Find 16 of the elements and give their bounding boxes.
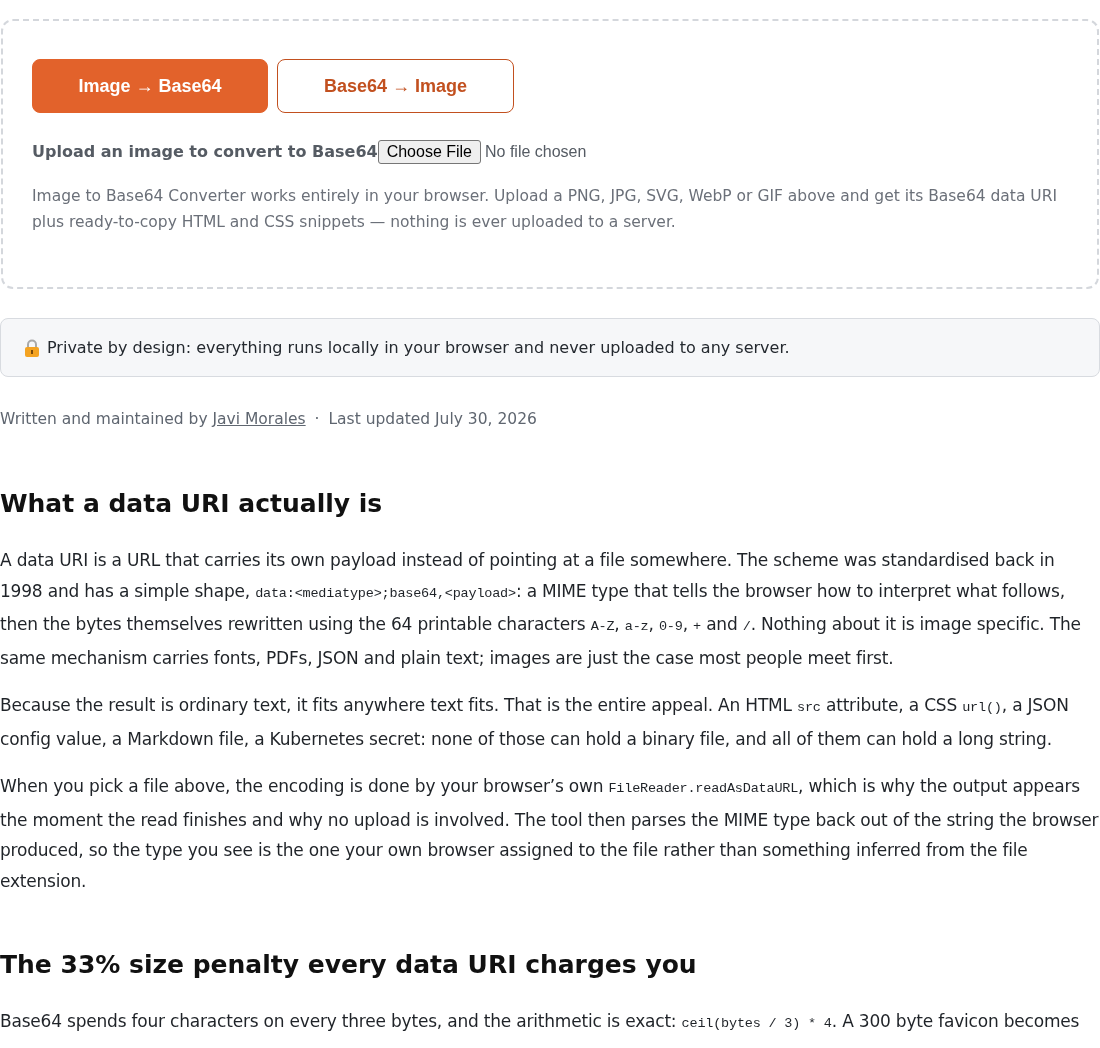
tool-description: Image to Base64 Converter works entirely in your browser. Upload a PNG, JPG, SVG, WebP or GIF above and get its Base64 data URI plus ready-to-copy HTML and CSS snippets — nothing is ever uploaded to a server.	[32, 186, 1059, 233]
section-heading: What a data URI actually is	[0, 488, 384, 521]
body-paragraph: A data URI is a URL that carries its own payload instead of pointing at a file somewhere. The scheme was standardised back in 1998 and has a simple shape, data:<mediatype>;base64,<payload>: a MIME type that tells the browser how to interpret what follows, then the bytes themselves rewritten using the 64 printable characters A-Z, a-z, 0-9, + and /. Nothing about it is image specific. The same mechanism carries fonts, PDFs, JSON and plain text; images are just the case most people meet first.	[0, 549, 1082, 670]
section-heading: The 33% size penalty every data URI charges you	[0, 949, 698, 982]
upload-label: Upload an image to convert to Base64	[32, 141, 378, 163]
body-paragraph: When you pick a file above, the encoding is done by your browser’s own FileReader.readAsDataURL, which is why the output appears the moment the read finishes and why no upload is involved. The tool then parses the MIME type back out of the string the browser produced, so the type you see is the one your own browser assigned to the file rather than something inferred from the file extension.	[0, 775, 1100, 893]
lock-icon	[24, 338, 40, 357]
choose-file-button[interactable]: Choose File	[377, 140, 481, 164]
privacy-text: Private by design: everything runs locally in your browser and never uploaded to any server.	[47, 336, 790, 359]
author-link[interactable]: Javi Morales	[212, 410, 306, 428]
byline-text: Written and maintained by Javi Morales · Last updated July 30, 2026	[0, 409, 538, 430]
mode-tab[interactable]: Base64 → Image	[277, 59, 514, 113]
body-paragraph: Because the result is ordinary text, it fits anywhere text fits. That is the entire appeal. An HTML src attribute, a CSS url(), a JSON config value, a Markdown file, a Kubernetes secret: none of those can hold a binary file, and all of them can hold a long string.	[0, 694, 1070, 751]
body-paragraph: Base64 spends four characters on every three bytes, and the arithmetic is exact: ceil(bytes / 3) * 4. A 300 byte favicon becomes	[0, 1010, 1081, 1034]
mode-tab[interactable]: Image → Base64	[32, 59, 268, 113]
file-status: No file chosen	[485, 142, 587, 162]
